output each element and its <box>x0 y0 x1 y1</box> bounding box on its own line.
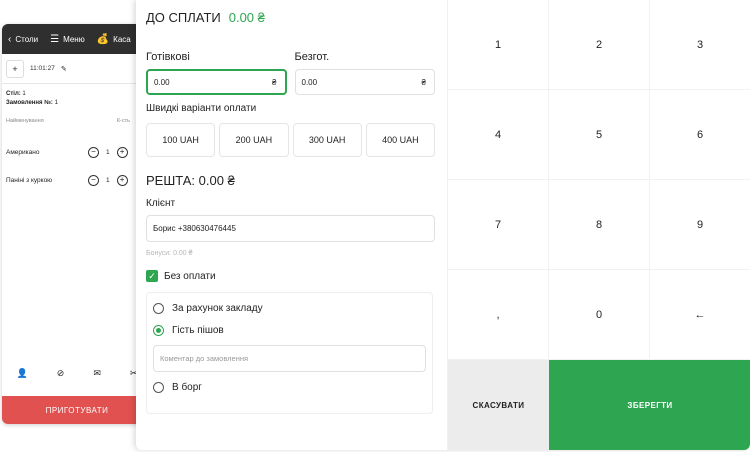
plus-icon[interactable]: + <box>116 146 128 158</box>
cash-label: Готівкові <box>146 51 190 63</box>
amount-due: ДО СПЛАТИ 0.00 ₴ <box>146 10 435 25</box>
quick-amount-button[interactable]: 400 UAH <box>365 123 435 157</box>
order-time: 11:01:27 <box>30 65 55 72</box>
nav-menu-label: Меню <box>63 34 85 44</box>
order-comment-input[interactable]: Коментар до замовлення <box>153 345 426 372</box>
money-bag-icon: 💰 <box>96 33 110 45</box>
numpad-key-1[interactable]: 1 <box>448 0 549 90</box>
order-actions: 👤 ⊘ ✉ ✂ <box>2 368 152 379</box>
cook-button[interactable]: ПРИГОТУВАТИ <box>2 396 152 424</box>
quantity-stepper: − 1 + <box>88 146 128 158</box>
order-panel: ‹ Столи ☰ Меню 💰 Каса + 11:01:27 ✎ Стіл:… <box>2 24 152 424</box>
backspace-icon[interactable]: ← <box>650 270 750 360</box>
top-nav: ‹ Столи ☰ Меню 💰 Каса <box>2 24 152 54</box>
table-label: Стіл: <box>6 91 21 97</box>
numpad-key-comma[interactable]: , <box>448 270 549 360</box>
column-qty: К-сть <box>116 118 130 124</box>
bonus-balance: Бонуси: 0.00 ₴ <box>146 250 193 257</box>
currency-symbol: ₴ <box>272 77 277 87</box>
radio-icon <box>153 381 164 393</box>
nav-cashier-label: Каса <box>113 34 131 44</box>
currency-symbol: ₴ <box>421 77 426 87</box>
minus-icon[interactable]: − <box>88 174 99 186</box>
radio-icon <box>153 302 164 314</box>
column-name: Найменування <box>6 118 44 124</box>
quick-amount-button[interactable]: 100 UAH <box>146 123 216 157</box>
order-item: Паніні з куркою − 1 + <box>2 166 152 194</box>
card-input[interactable]: 0.00 ₴ <box>294 69 435 95</box>
quick-payment-label: Швидкі варіанти оплати <box>146 103 257 114</box>
minus-icon[interactable]: − <box>88 146 99 158</box>
order-columns: Найменування К-сть <box>2 108 152 124</box>
plus-icon[interactable]: + <box>116 174 128 186</box>
numpad: 1 2 3 4 5 6 7 8 9 , 0 ← СКАСУВАТИ ЗБЕРЕГ… <box>447 0 750 450</box>
menu-icon: ☰ <box>50 33 60 45</box>
numpad-key-3[interactable]: 3 <box>650 0 750 90</box>
amount-due-value: 0.00 ₴ <box>228 10 265 25</box>
numpad-key-2[interactable]: 2 <box>549 0 650 90</box>
cash-value: 0.00 <box>154 77 170 87</box>
cancel-button[interactable]: СКАСУВАТИ <box>448 360 549 450</box>
payment-methods: Готівкові 0.00 ₴ Безгот. 0.00 ₴ <box>146 51 435 95</box>
order-item: Американо − 1 + <box>2 138 152 166</box>
numpad-key-8[interactable]: 8 <box>549 180 650 270</box>
no-payment-label: Без оплати <box>164 270 216 282</box>
discount-icon[interactable]: ⊘ <box>57 368 65 379</box>
radio-debt-label: В борг <box>172 381 202 393</box>
save-button[interactable]: ЗБЕРЕГТИ <box>549 360 750 450</box>
client-label: Клієнт <box>146 198 176 209</box>
dialog-actions: СКАСУВАТИ ЗБЕРЕГТИ <box>448 360 750 450</box>
order-tabs: + 11:01:27 ✎ <box>2 54 152 84</box>
numpad-key-5[interactable]: 5 <box>549 90 650 180</box>
card-value: 0.00 <box>301 77 318 87</box>
payment-form: ДО СПЛАТИ 0.00 ₴ Готівкові 0.00 ₴ Безгот… <box>136 0 447 450</box>
amount-due-label: ДО СПЛАТИ <box>146 10 221 25</box>
numpad-key-6[interactable]: 6 <box>650 90 750 180</box>
numpad-key-0[interactable]: 0 <box>549 270 650 360</box>
order-item-qty: 1 <box>106 176 110 184</box>
order-meta: Стіл: 1 Замовлення №: 1 <box>2 84 152 108</box>
nav-menu[interactable]: ☰ Меню <box>44 34 91 45</box>
mail-icon[interactable]: ✉ <box>93 368 101 379</box>
user-icon[interactable]: 👤 <box>17 368 28 379</box>
pencil-icon[interactable]: ✎ <box>61 65 67 73</box>
radio-selected-icon <box>153 324 164 336</box>
radio-guest-left-label: Гість пішов <box>172 324 224 336</box>
radio-establishment[interactable]: За рахунок закладу <box>153 297 426 319</box>
chevron-left-icon: ‹ <box>8 33 12 45</box>
numpad-key-7[interactable]: 7 <box>448 180 549 270</box>
nav-tables[interactable]: ‹ Столи <box>2 34 44 45</box>
client-field[interactable]: Борис +380630476445 <box>146 215 435 242</box>
quick-amount-button[interactable]: 200 UAH <box>219 123 289 157</box>
radio-establishment-label: За рахунок закладу <box>172 302 263 314</box>
nav-cashier[interactable]: 💰 Каса <box>91 34 137 45</box>
table-value: 1 <box>22 91 26 97</box>
no-payment-checkbox[interactable]: ✓ Без оплати <box>146 270 435 282</box>
payment-dialog: ДО СПЛАТИ 0.00 ₴ Готівкові 0.00 ₴ Безгот… <box>136 0 750 450</box>
order-number-value: 1 <box>54 100 58 106</box>
order-item-qty: 1 <box>106 148 110 156</box>
checkmark-icon: ✓ <box>146 270 158 282</box>
card-label: Безгот. <box>294 51 330 63</box>
order-number-label: Замовлення №: <box>6 100 53 106</box>
cash-input[interactable]: 0.00 ₴ <box>146 69 287 95</box>
nav-tables-label: Столи <box>15 34 39 44</box>
order-item-name: Американо <box>6 148 40 156</box>
numpad-key-4[interactable]: 4 <box>448 90 549 180</box>
change-amount: РЕШТА: 0.00 ₴ <box>146 173 235 188</box>
quick-amount-button[interactable]: 300 UAH <box>292 123 362 157</box>
numpad-key-9[interactable]: 9 <box>650 180 750 270</box>
radio-debt[interactable]: В борг <box>153 376 426 398</box>
radio-guest-left[interactable]: Гість пішов <box>153 319 426 341</box>
add-order-button[interactable]: + <box>6 59 24 78</box>
no-payment-options: За рахунок закладу Гість пішов Коментар … <box>146 292 433 414</box>
quick-payment-options: 100 UAH 200 UAH 300 UAH 400 UAH <box>146 123 435 157</box>
order-item-name: Паніні з куркою <box>6 176 53 184</box>
quantity-stepper: − 1 + <box>88 174 128 186</box>
